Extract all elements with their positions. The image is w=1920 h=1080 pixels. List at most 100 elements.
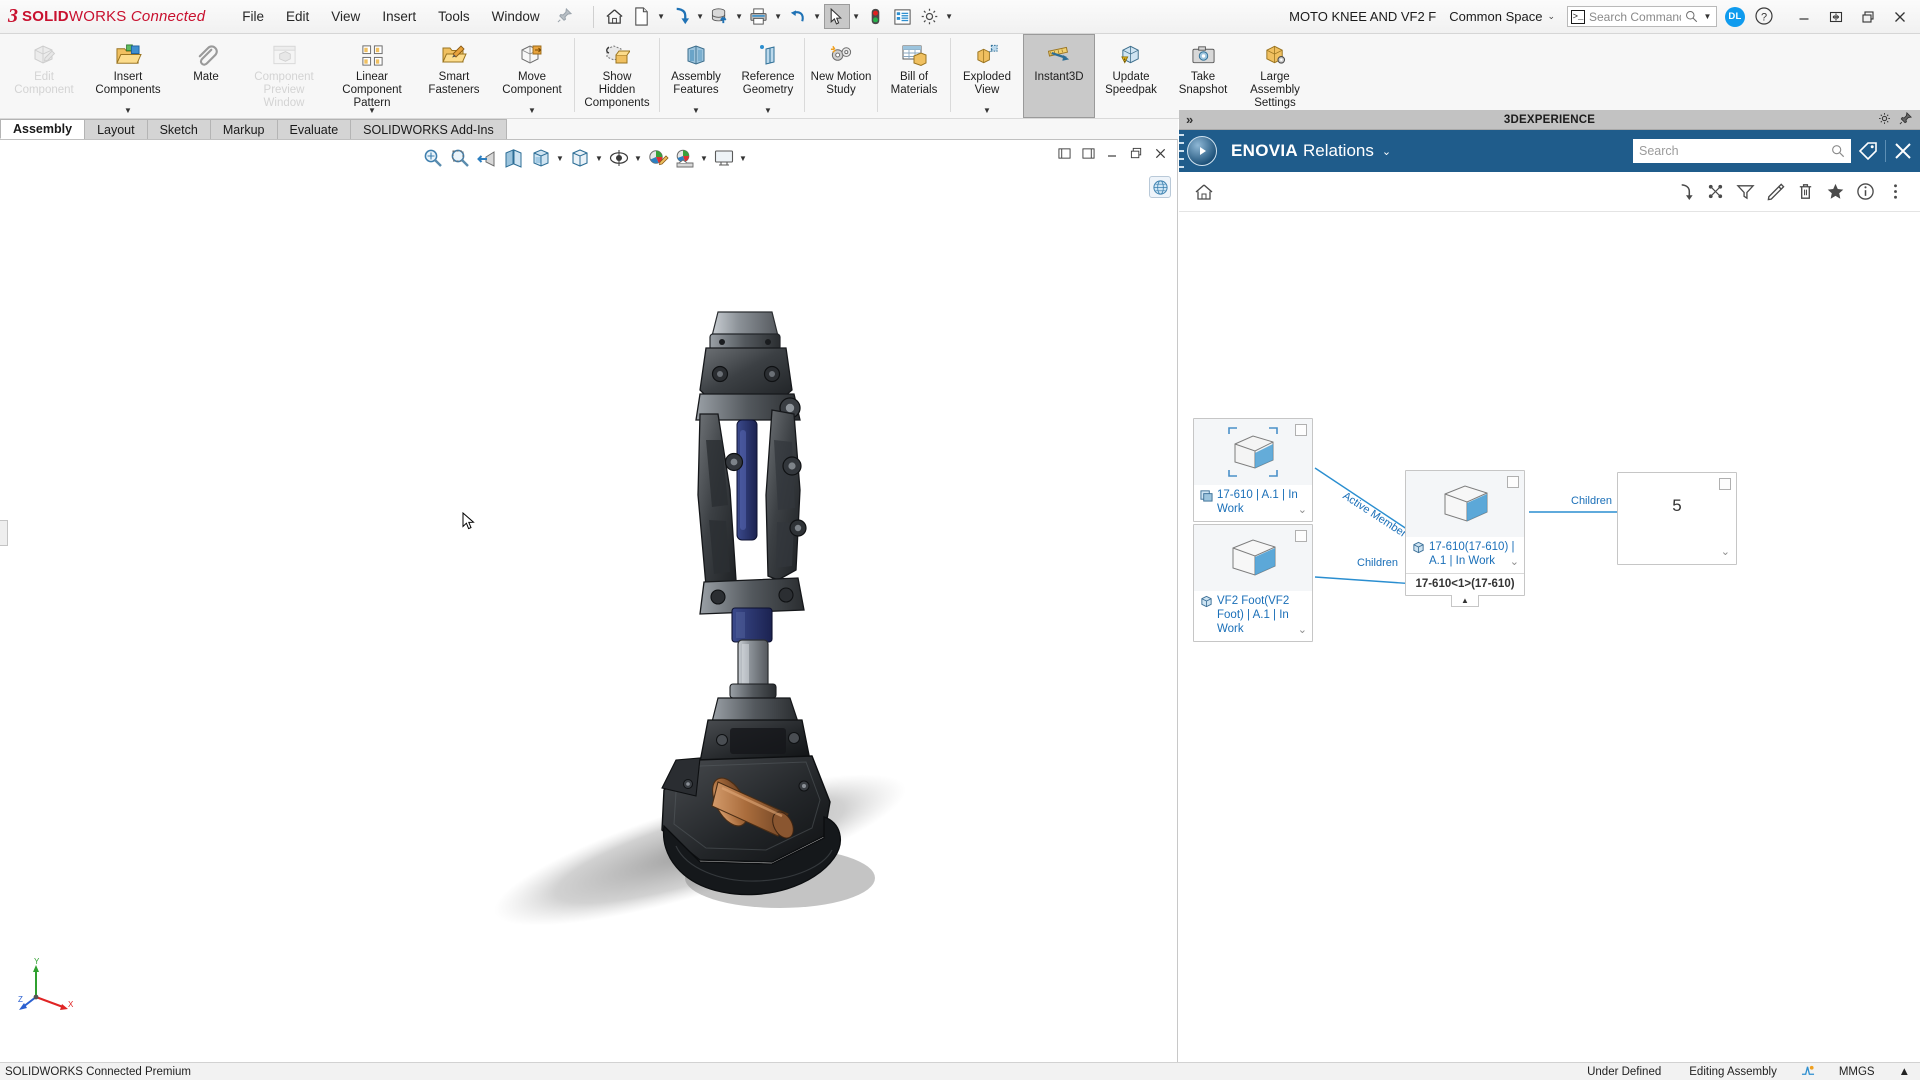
tab-sketch[interactable]: Sketch: [146, 119, 211, 139]
undo-icon[interactable]: [785, 4, 811, 29]
minimize-button[interactable]: [1788, 2, 1820, 32]
search-commands-input[interactable]: [1589, 9, 1681, 24]
assembly-features-caret-icon[interactable]: ▼: [692, 106, 700, 115]
display-style-icon[interactable]: [567, 146, 592, 170]
tab-markup[interactable]: Markup: [209, 119, 278, 139]
node-expand-chevron-icon[interactable]: ⌄: [1298, 503, 1307, 517]
3dexperience-globe-icon[interactable]: [1149, 176, 1171, 198]
menu-view[interactable]: View: [320, 5, 371, 28]
close-button[interactable]: [1884, 2, 1916, 32]
insert-components-button[interactable]: Insert Components ▼: [86, 34, 170, 118]
move-component-caret-icon[interactable]: ▼: [528, 106, 536, 115]
maximize-button[interactable]: [1852, 2, 1884, 32]
reference-geometry-button[interactable]: Reference Geometry ▼: [732, 34, 804, 118]
enovia-chevron-down-icon[interactable]: ⌄: [1382, 145, 1391, 158]
node-checkbox[interactable]: [1719, 478, 1731, 490]
status-unit-system[interactable]: MMGS: [1825, 1066, 1889, 1078]
home-icon[interactable]: [602, 4, 628, 29]
hide-show-items-caret-icon[interactable]: ▼: [633, 154, 643, 163]
edit-component-button[interactable]: Edit Component: [2, 34, 86, 118]
hide-show-items-icon[interactable]: [606, 146, 631, 170]
node-expand-chevron-icon[interactable]: ⌄: [1510, 555, 1519, 569]
menu-insert[interactable]: Insert: [371, 5, 427, 28]
menu-tools[interactable]: Tools: [427, 5, 481, 28]
node-collapse-tab[interactable]: ▲: [1451, 595, 1479, 607]
move-component-button[interactable]: Move Component ▼: [490, 34, 574, 118]
rebuild-traffic-light-icon[interactable]: [863, 4, 889, 29]
filter-icon[interactable]: [1730, 177, 1760, 207]
restore-doc-button[interactable]: [1125, 143, 1147, 163]
node-expand-chevron-icon[interactable]: ⌄: [1721, 545, 1730, 558]
menu-edit[interactable]: Edit: [275, 5, 320, 28]
delete-trash-icon[interactable]: [1790, 177, 1820, 207]
node-checkbox[interactable]: [1295, 424, 1307, 436]
edit-appearance-icon[interactable]: [645, 146, 670, 170]
take-snapshot-button[interactable]: Take Snapshot: [1167, 34, 1239, 118]
print-icon[interactable]: [746, 4, 772, 29]
linear-component-pattern-button[interactable]: Linear Component Pattern ▼: [326, 34, 418, 118]
home-icon[interactable]: [1189, 177, 1219, 207]
open-document-caret-icon[interactable]: ▼: [695, 4, 706, 29]
section-view-icon[interactable]: [501, 146, 526, 170]
close-doc-button[interactable]: [1149, 143, 1171, 163]
more-options-icon[interactable]: [1880, 177, 1910, 207]
save-to-database-icon[interactable]: [707, 4, 733, 29]
smart-fasteners-button[interactable]: Smart Fasteners: [418, 34, 490, 118]
help-question-icon[interactable]: ?: [1754, 6, 1776, 28]
bill-of-materials-button[interactable]: Bill of Materials: [878, 34, 950, 118]
space-selector-label[interactable]: Common Space: [1449, 9, 1542, 24]
prosthetic-knee-assembly-model[interactable]: [400, 290, 1060, 1013]
component-preview-window-button[interactable]: Component Preview Window: [242, 34, 326, 118]
pin-icon[interactable]: [1899, 111, 1913, 128]
space-selector-chevron-down-icon[interactable]: ⌄: [1547, 11, 1555, 22]
open-document-icon[interactable]: [668, 4, 694, 29]
search-commands-box[interactable]: >_ ▼: [1567, 6, 1717, 27]
minimize-doc-button[interactable]: [1101, 143, 1123, 163]
graphics-area[interactable]: ▼ ▼ ▼ ▼ ▼ Y X Z: [0, 139, 1178, 1063]
select-cursor-icon[interactable]: [823, 4, 850, 29]
status-sensor-icon[interactable]: [1791, 1064, 1825, 1080]
reference-geometry-caret-icon[interactable]: ▼: [764, 106, 772, 115]
undo-caret-icon[interactable]: ▼: [812, 4, 823, 29]
status-unit-caret[interactable]: ▲: [1889, 1066, 1920, 1078]
relations-node-17-610-a1[interactable]: 17-610 | A.1 | In Work ⌄: [1193, 418, 1313, 522]
save-to-database-caret-icon[interactable]: ▼: [734, 4, 745, 29]
apply-scene-caret-icon[interactable]: ▼: [699, 154, 709, 163]
instant3d-button[interactable]: Instant3D: [1023, 34, 1095, 118]
download-arrow-icon[interactable]: [1670, 177, 1700, 207]
menu-window[interactable]: Window: [481, 5, 551, 28]
expand-graph-icon[interactable]: [1700, 177, 1730, 207]
favorite-star-icon[interactable]: [1820, 177, 1850, 207]
relations-graph-canvas[interactable]: Active Member Children Children 17-610 |…: [1179, 212, 1920, 1063]
relations-node-children-count[interactable]: 5 ⌄: [1617, 472, 1737, 565]
view-orientation-icon[interactable]: [528, 146, 553, 170]
exploded-view-button[interactable]: Exploded View ▼: [951, 34, 1023, 118]
new-motion-study-button[interactable]: New Motion Study: [805, 34, 877, 118]
feature-tree-flyout-handle[interactable]: [0, 520, 8, 546]
pin-icon[interactable]: [557, 7, 572, 26]
view-settings-icon[interactable]: [711, 146, 736, 170]
settings-gear-icon[interactable]: [917, 4, 943, 29]
relations-node-vf2-foot[interactable]: VF2 Foot(VF2 Foot) | A.1 | In Work ⌄: [1193, 524, 1313, 642]
linear-component-pattern-caret-icon[interactable]: ▼: [368, 106, 376, 115]
search-icon[interactable]: [1831, 144, 1845, 158]
info-icon[interactable]: [1850, 177, 1880, 207]
collapse-left-button[interactable]: [1053, 143, 1075, 163]
relations-node-17-610-instance[interactable]: 17-610(17-610) | A.1 | In Work ⌄ 17-610<…: [1405, 470, 1525, 607]
node-expand-chevron-icon[interactable]: ⌄: [1298, 623, 1307, 637]
restore-button[interactable]: [1820, 2, 1852, 32]
insert-components-caret-icon[interactable]: ▼: [124, 106, 132, 115]
new-document-icon[interactable]: [629, 4, 655, 29]
tab-evaluate[interactable]: Evaluate: [276, 119, 352, 139]
zoom-to-fit-icon[interactable]: [420, 146, 445, 170]
node-checkbox[interactable]: [1507, 476, 1519, 488]
close-icon[interactable]: [1886, 130, 1920, 172]
large-assembly-settings-button[interactable]: Large Assembly Settings: [1239, 34, 1311, 118]
edit-pencil-icon[interactable]: [1760, 177, 1790, 207]
settings-caret-icon[interactable]: ▼: [944, 4, 955, 29]
view-settings-caret-icon[interactable]: ▼: [738, 154, 748, 163]
view-orientation-caret-icon[interactable]: ▼: [555, 154, 565, 163]
tab-solidworks-add-ins[interactable]: SOLIDWORKS Add-Ins: [350, 119, 507, 139]
node-checkbox[interactable]: [1295, 530, 1307, 542]
assembly-features-button[interactable]: Assembly Features ▼: [660, 34, 732, 118]
